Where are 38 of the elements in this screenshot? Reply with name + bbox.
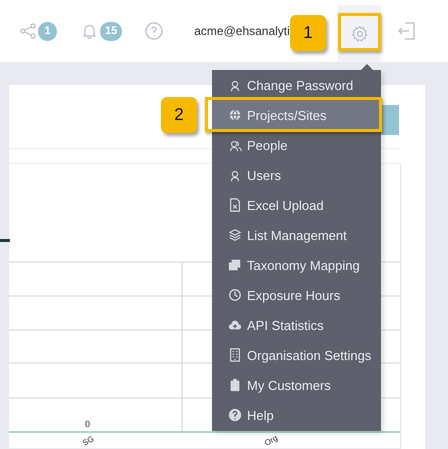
menu-item[interactable]: Change Password <box>212 70 381 100</box>
user-email[interactable]: acme@ehsanalyti <box>194 24 290 38</box>
menu-item[interactable]: Organisation Settings <box>212 340 381 370</box>
help-icon[interactable] <box>145 22 164 40</box>
clock-icon <box>228 288 242 302</box>
axis-label: Org <box>263 433 280 448</box>
layers-icon <box>228 228 242 242</box>
user-icon <box>228 78 242 92</box>
copy-icon <box>228 258 242 272</box>
people-icon <box>228 138 242 152</box>
settings-icon <box>350 24 368 42</box>
spreadsheet-icon <box>228 198 242 212</box>
axis-label: SG <box>81 434 96 448</box>
building-icon <box>228 348 242 362</box>
globe-icon <box>228 108 242 122</box>
bell-icon[interactable] <box>82 23 97 39</box>
help-icon <box>228 408 242 422</box>
notification-count: 15 <box>100 22 122 40</box>
menu-item[interactable]: API Statistics <box>212 310 381 340</box>
menu-item[interactable]: Taxonomy Mapping <box>212 250 381 280</box>
highlight-outline <box>338 13 381 51</box>
step-badge: 1 <box>290 15 326 51</box>
cloud-upload-icon <box>228 318 242 332</box>
menu-item[interactable]: Excel Upload <box>212 190 381 220</box>
menu-item[interactable]: People <box>212 130 381 160</box>
value-label: 0 <box>85 419 90 429</box>
clipboard-icon <box>228 378 242 392</box>
menu-item[interactable]: My Customers <box>212 370 381 400</box>
step-badge: 2 <box>161 97 197 133</box>
share-count: 1 <box>38 22 57 40</box>
menu-item[interactable]: Exposure Hours <box>212 280 381 310</box>
menu-item[interactable]: Help <box>212 400 381 430</box>
menu-item[interactable]: Users <box>212 160 381 190</box>
logout-icon[interactable] <box>398 21 416 41</box>
menu-item[interactable]: List Management <box>212 220 381 250</box>
share-icon[interactable] <box>20 23 36 39</box>
user-icon <box>228 168 242 182</box>
menu-item[interactable]: Projects/Sites <box>212 100 381 130</box>
